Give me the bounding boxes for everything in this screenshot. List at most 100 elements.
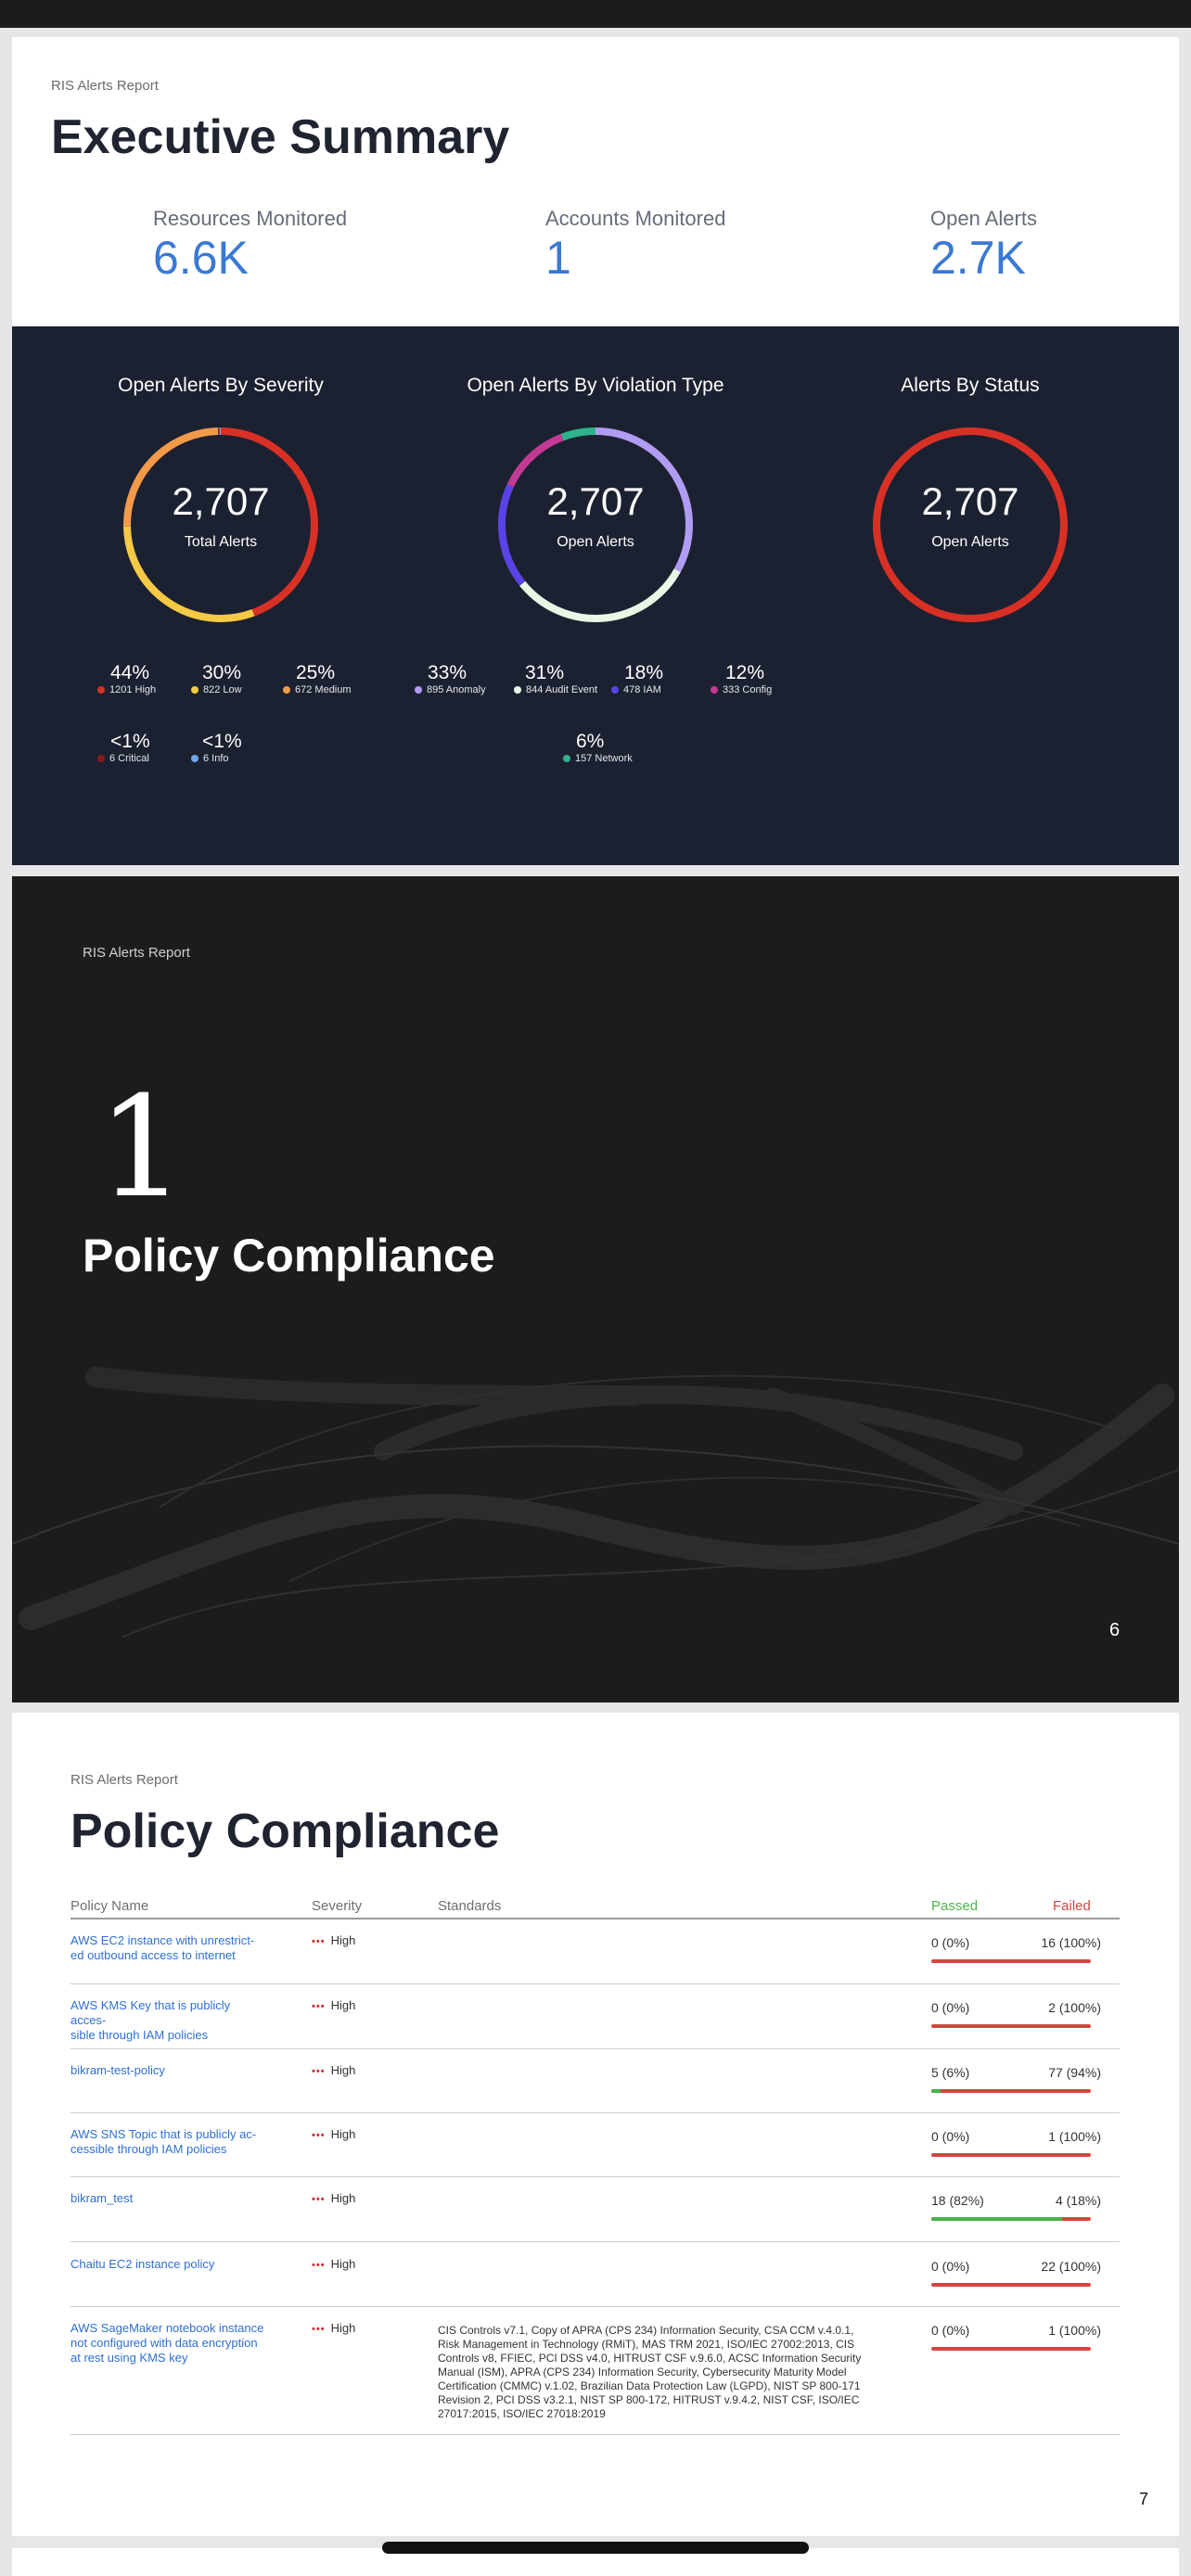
page-number: 7: [1139, 2490, 1149, 2508]
policy-name-link[interactable]: AWS EC2 instance with unrestrict-ed outb…: [70, 1933, 265, 1963]
policy-name-link[interactable]: bikram-test-policy: [70, 2063, 265, 2078]
policy-name-link[interactable]: AWS SNS Topic that is publicly ac-cessib…: [70, 2127, 265, 2157]
standards-line: Risk Management in Technology (RMiT), MA…: [438, 2338, 855, 2351]
legend-item-anomaly: 33% 895 Anomaly: [415, 662, 486, 695]
legend-pct: 33%: [428, 662, 467, 683]
pass-fail-bar: [931, 1959, 1091, 1963]
pass-fail-bar: [931, 2089, 1091, 2093]
donut-slice: [519, 568, 681, 622]
col-header-standards: Standards: [438, 1898, 502, 1914]
metric-open-alerts: Open Alerts 2.7K: [930, 207, 1037, 285]
policy-name-link[interactable]: Chaitu EC2 instance policy: [70, 2257, 265, 2272]
failed-count: 2 (100%): [1048, 2000, 1101, 2015]
legend-dot: [191, 755, 198, 763]
legend-pct: 12%: [725, 662, 765, 683]
metric-label: Open Alerts: [930, 207, 1037, 230]
legend-label: 1201 High: [109, 684, 157, 695]
legend-pct: 31%: [525, 662, 565, 683]
legend-pct: 25%: [296, 662, 336, 683]
legend-dot: [415, 686, 422, 695]
row-divider: [70, 2176, 1120, 2177]
report-label: RIS Alerts Report: [51, 78, 159, 94]
policy-compliance-page: RIS Alerts Report Policy Compliance Poli…: [12, 1713, 1179, 2536]
page-number: 6: [1109, 1620, 1121, 1640]
report-label: RIS Alerts Report: [70, 1772, 178, 1788]
legend-dot: [283, 686, 290, 695]
row-divider: [70, 2241, 1120, 2242]
pass-bar-fill: [931, 2089, 941, 2093]
legend-pct: 6%: [576, 731, 605, 752]
severity-label: High: [330, 2257, 356, 2271]
legend-item-iam: 18% 478 IAM: [611, 662, 663, 695]
executive-summary-page: RIS Alerts Report Executive Summary Reso…: [12, 37, 1179, 865]
failed-count: 1 (100%): [1048, 2323, 1101, 2338]
legend-label: 895 Anomaly: [427, 684, 486, 695]
standards-line: Revision 2, PCI DSS v3.2.1, NIST SP 800-…: [438, 2393, 860, 2406]
page-title: Executive Summary: [51, 110, 510, 164]
severity-label: High: [330, 2063, 356, 2077]
policy-name-line: cessible through IAM policies: [70, 2142, 227, 2156]
pass-bar-fill: [931, 2217, 1063, 2221]
policy-name-link[interactable]: AWS KMS Key that is publicly acces-sible…: [70, 1998, 265, 2043]
donut-slice: [873, 427, 1068, 622]
severity-cell: ••• High: [312, 2257, 355, 2271]
severity-donut-chart: [123, 427, 318, 622]
legend-pct: 18%: [624, 662, 664, 683]
legend-label: 478 IAM: [623, 684, 661, 695]
severity-dots-icon: •••: [312, 1936, 326, 1947]
standards-line: Certification (CMMC) v.1.02, Brazilian D…: [438, 2379, 861, 2392]
row-divider: [70, 1983, 1120, 1984]
standards-line: CIS Controls v7.1, Copy of APRA (CPS 234…: [438, 2324, 854, 2337]
legend-pct: 30%: [202, 662, 242, 683]
severity-cell: ••• High: [312, 1998, 355, 2012]
severity-dots-icon: •••: [312, 2001, 326, 2012]
row-divider: [70, 2112, 1120, 2113]
severity-dots-icon: •••: [312, 2066, 326, 2077]
pass-fail-bar: [931, 2283, 1091, 2287]
metric-label: Resources Monitored: [153, 207, 348, 230]
legend-label: 844 Audit Event: [526, 684, 598, 695]
policy-name-line: not configured with data encryption: [70, 2336, 258, 2350]
legend-item-low: 30% 822 Low: [191, 662, 242, 695]
top-status-strip: [0, 0, 1191, 28]
violation-type-donut-chart: [498, 427, 693, 622]
pass-fail-bar: [931, 2024, 1091, 2028]
metric-value: 1: [545, 232, 571, 284]
donut-center-value: 2,707: [921, 479, 1019, 523]
severity-cell: ••• High: [312, 2127, 355, 2141]
failed-count: 77 (94%): [1048, 2065, 1101, 2080]
legend-label: 157 Network: [575, 753, 633, 764]
severity-dots-icon: •••: [312, 2260, 326, 2271]
severity-dots-icon: •••: [312, 2324, 326, 2335]
legend-dot: [611, 686, 619, 695]
failed-count: 1 (100%): [1048, 2129, 1101, 2144]
col-header-policy: Policy Name: [70, 1898, 149, 1914]
section-title: Policy Compliance: [83, 1230, 495, 1282]
severity-label: High: [330, 2191, 356, 2205]
legend-pct: <1%: [202, 731, 242, 752]
home-indicator[interactable]: [382, 2542, 809, 2554]
policy-name-line: AWS SNS Topic that is publicly ac-: [70, 2127, 257, 2141]
section-number: 1: [97, 1067, 186, 1229]
legend-item-medium: 25% 672 Medium: [283, 662, 352, 695]
severity-dots-icon: •••: [312, 2194, 326, 2205]
failed-count: 22 (100%): [1041, 2259, 1101, 2274]
policy-name-line: ed outbound access to internet: [70, 1948, 236, 1962]
policy-name-link[interactable]: AWS SageMaker notebook instance not confi…: [70, 2321, 265, 2366]
status-donut-chart: [873, 427, 1068, 622]
failed-count: 4 (18%): [1055, 2193, 1101, 2208]
legend-dot: [711, 686, 718, 695]
standards-cell: CIS Controls v7.1, Copy of APRA (CPS 234…: [438, 2324, 874, 2421]
policy-name-link[interactable]: bikram_test: [70, 2191, 265, 2206]
severity-cell: ••• High: [312, 2063, 355, 2077]
severity-label: High: [330, 2127, 356, 2141]
policy-name-line: at rest using KMS key: [70, 2351, 188, 2365]
policy-name-line: AWS KMS Key that is publicly acces-: [70, 1998, 231, 2027]
page-title: Policy Compliance: [70, 1804, 500, 1858]
legend-label: 672 Medium: [295, 684, 352, 695]
policy-name-line: AWS SageMaker notebook instance: [70, 2321, 264, 2335]
severity-label: High: [330, 1933, 356, 1947]
donut-slice: [506, 433, 564, 488]
section-divider-page: RIS Alerts Report 1 Policy Compliance 6: [12, 876, 1179, 1702]
col-header-passed: Passed: [931, 1898, 979, 1914]
